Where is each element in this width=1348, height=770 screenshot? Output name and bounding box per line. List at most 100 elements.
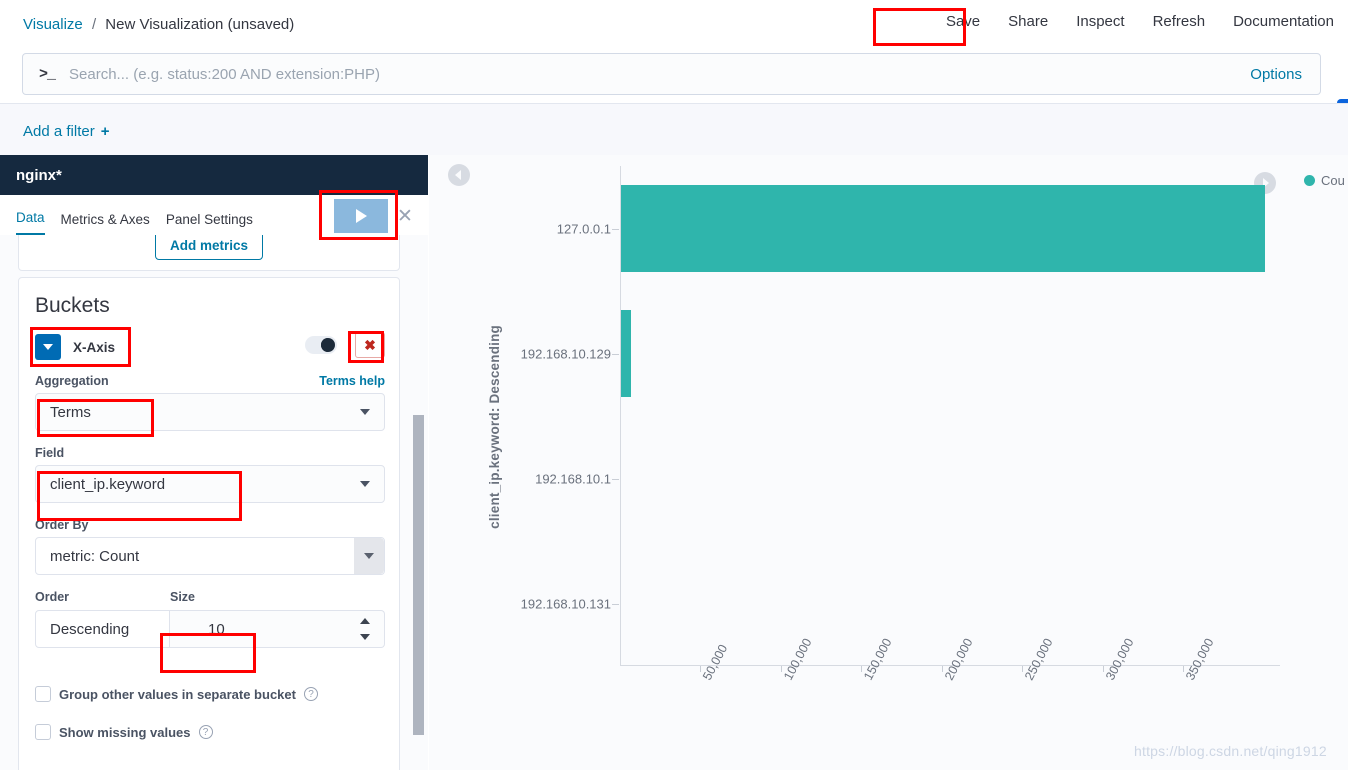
- field-field-group: Field client_ip.keyword: [35, 446, 385, 503]
- x-axis-tick: [780, 666, 782, 672]
- size-input-wrap: [170, 610, 385, 648]
- order-by-select[interactable]: metric: Count: [35, 537, 385, 575]
- group-other-label: Group other values in separate bucket: [59, 686, 296, 702]
- aggregation-label: Aggregation Terms help: [35, 374, 385, 388]
- size-input[interactable]: [170, 610, 385, 648]
- aggregation-field-group: Aggregation Terms help Terms: [35, 374, 385, 431]
- bucket-remove-button[interactable]: ✖: [355, 332, 385, 358]
- stepper-down-icon: [360, 634, 370, 640]
- x-axis-tick-label: 150,000: [861, 636, 896, 683]
- help-icon[interactable]: ?: [198, 725, 213, 739]
- editor-tabs: Data Metrics & Axes Panel Settings ✕: [0, 195, 428, 235]
- search-row: >_ Options: [0, 46, 1348, 141]
- add-filter-label: Add a filter: [23, 123, 95, 140]
- field-value: client_ip.keyword: [50, 475, 166, 493]
- collapse-editor-button[interactable]: [448, 164, 470, 186]
- y-axis-tick-label: 192.168.10.131: [520, 596, 611, 611]
- buckets-heading: Buckets: [35, 294, 110, 317]
- order-by-label: Order By: [35, 518, 89, 532]
- y-axis-tick: [612, 603, 619, 605]
- group-other-checkbox-row[interactable]: Group other values in separate bucket ?: [35, 686, 318, 702]
- y-axis-tick-label: 192.168.10.1: [535, 471, 611, 486]
- watermark: https://blog.csdn.net/qing1912: [1134, 743, 1327, 759]
- add-metrics-button[interactable]: Add metrics: [154, 235, 264, 260]
- nav-documentation-button[interactable]: Documentation: [1233, 13, 1334, 30]
- chevron-down-icon: [360, 409, 370, 415]
- order-by-field-group: Order By metric: Count: [35, 518, 385, 575]
- x-axis-tick-label: 250,000: [1022, 636, 1057, 683]
- aggregation-select[interactable]: Terms: [35, 393, 385, 431]
- chevron-down-icon: [360, 481, 370, 487]
- tab-metrics-axes[interactable]: Metrics & Axes: [61, 212, 150, 235]
- kibana-visualize-page: Visualize / New Visualization (unsaved) …: [0, 0, 1348, 770]
- breadcrumb-current: New Visualization (unsaved): [105, 16, 295, 33]
- metrics-section: Add metrics: [18, 235, 400, 271]
- filter-bar: Add a filter +: [0, 103, 1348, 155]
- bucket-name-label: X-Axis: [73, 340, 116, 355]
- breadcrumb-visualize-link[interactable]: Visualize: [23, 16, 83, 33]
- y-axis-tick: [612, 353, 619, 355]
- help-icon[interactable]: ?: [303, 687, 318, 701]
- nav-inspect-button[interactable]: Inspect: [1076, 13, 1124, 30]
- group-other-checkbox[interactable]: [35, 686, 51, 702]
- play-icon: [355, 209, 367, 223]
- remove-x-icon: ✖: [364, 336, 376, 353]
- buckets-section: Buckets X-Axis ✖ Aggregation Terms help …: [18, 277, 400, 770]
- apply-changes-button[interactable]: [334, 199, 388, 233]
- tab-data[interactable]: Data: [16, 210, 45, 235]
- aggregation-label-text: Aggregation: [35, 374, 109, 388]
- add-filter-button[interactable]: Add a filter +: [23, 123, 109, 140]
- plus-icon: +: [100, 123, 110, 140]
- x-axis-tick-label: 300,000: [1102, 636, 1137, 683]
- x-axis-tick-label: 50,000: [700, 642, 731, 683]
- order-select-wrap: Descending: [35, 610, 170, 648]
- breadcrumb-separator: /: [91, 16, 97, 33]
- nav-share-button[interactable]: Share: [1008, 13, 1048, 30]
- top-nav-menu: Save Share Inspect Refresh Documentation: [946, 13, 1334, 30]
- bucket-collapse-button[interactable]: [35, 334, 61, 360]
- breadcrumb: Visualize / New Visualization (unsaved): [23, 16, 294, 33]
- bar[interactable]: [621, 309, 631, 398]
- query-options-link[interactable]: Options: [1250, 66, 1302, 83]
- nav-save-button[interactable]: Save: [946, 13, 980, 30]
- order-size-group: Order Size Descending: [19, 590, 401, 648]
- field-select[interactable]: client_ip.keyword: [35, 465, 385, 503]
- x-axis-tick: [941, 666, 943, 672]
- close-editor-button[interactable]: ✕: [388, 199, 422, 233]
- y-axis-tick: [612, 478, 619, 480]
- bar[interactable]: [621, 184, 1265, 273]
- y-axis-tick-label: 192.168.10.129: [520, 346, 611, 361]
- show-missing-checkbox-row[interactable]: Show missing values ?: [35, 724, 213, 740]
- close-icon: ✕: [397, 205, 413, 227]
- query-bar[interactable]: >_ Options: [22, 53, 1321, 95]
- terms-help-link[interactable]: Terms help: [319, 374, 385, 388]
- y-axis-tick-label: 127.0.0.1: [556, 221, 611, 236]
- plot-area: 127.0.0.1 192.168.10.129 192.168.10.1 192.1…: [521, 166, 1280, 683]
- top-bar: Visualize / New Visualization (unsaved) …: [0, 0, 1348, 46]
- index-pattern-title: nginx*: [16, 166, 62, 184]
- order-select[interactable]: Descending: [35, 610, 170, 648]
- show-missing-checkbox[interactable]: [35, 724, 51, 740]
- toggle-switch-icon: [321, 338, 335, 352]
- field-label: Field: [35, 446, 65, 460]
- bucket-enable-toggle[interactable]: [305, 336, 337, 354]
- chart-legend[interactable]: Cou: [1304, 173, 1348, 188]
- size-stepper[interactable]: [357, 618, 373, 640]
- x-axis-tick-label: 100,000: [780, 636, 815, 683]
- nav-refresh-button[interactable]: Refresh: [1153, 13, 1206, 30]
- chevron-left-icon: [455, 170, 461, 180]
- visualization-area: Cou client_ip.keyword: Descending 127.0.…: [429, 155, 1348, 770]
- tab-panel-settings[interactable]: Panel Settings: [166, 212, 253, 235]
- index-pattern-header: nginx*: [0, 155, 428, 195]
- show-missing-label: Show missing values: [59, 724, 191, 740]
- legend-label: Cou: [1321, 173, 1345, 188]
- editor-panel: nginx* Data Metrics & Axes Panel Setting…: [0, 155, 428, 770]
- y-axis-tick: [612, 228, 619, 230]
- order-label: Order: [35, 590, 70, 604]
- editor-scrollbar[interactable]: [413, 415, 424, 735]
- search-input[interactable]: [69, 65, 1251, 83]
- aggregation-value: Terms: [50, 403, 91, 421]
- x-axis-tick-label: 200,000: [941, 636, 976, 683]
- caret-down-icon: [43, 344, 53, 350]
- x-axis-tick: [1102, 666, 1104, 672]
